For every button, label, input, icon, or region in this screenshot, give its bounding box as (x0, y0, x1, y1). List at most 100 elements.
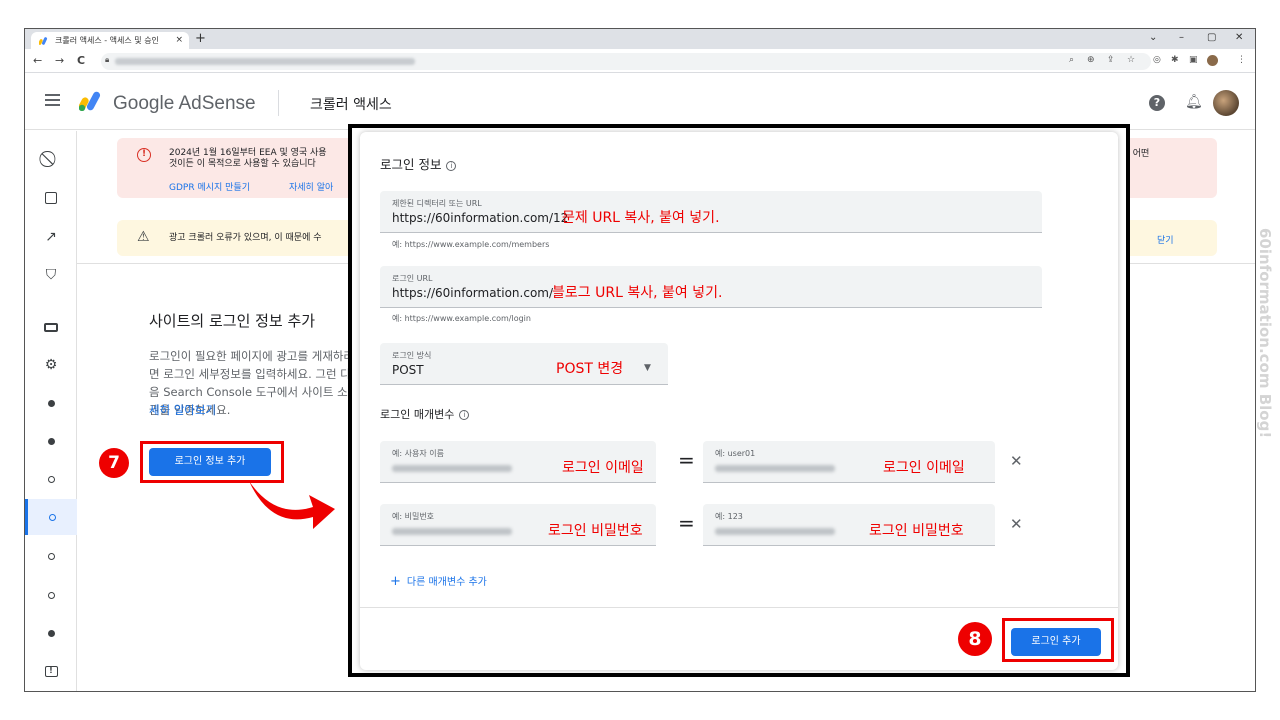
gdpr-create-message-link[interactable]: GDPR 메시지 만들기 (169, 180, 250, 193)
extensions-icon[interactable]: ✱ (1171, 55, 1179, 65)
ring-bullet-icon (49, 513, 56, 521)
restricted-url-hint: 예: https://www.example.com/members (392, 240, 550, 249)
sidebar-item-crawler-access[interactable] (25, 499, 77, 535)
zoom-icon[interactable]: ⊕ (1087, 55, 1095, 65)
close-window-button[interactable]: ✕ (1235, 32, 1243, 43)
tab-close-icon[interactable]: × (175, 32, 183, 49)
sidebar-item-policy[interactable]: ⛉ (25, 257, 77, 293)
param-name-field-2[interactable]: 예: 비밀번호 로그인 비밀번호 (380, 504, 656, 546)
camera-icon[interactable]: ◎ (1153, 55, 1161, 65)
params-title-text: 로그인 매개변수 (380, 408, 455, 421)
sidepanel-icon[interactable]: ▣ (1189, 55, 1198, 65)
sidebar-item-settings[interactable]: ⚙ (25, 347, 77, 383)
param-name-annotation-1: 로그인 이메일 (562, 460, 644, 476)
adsense-favicon-icon (39, 37, 48, 45)
bullet-icon (47, 629, 55, 637)
gdpr-learn-more-link[interactable]: 자세히 알아 (289, 180, 333, 193)
remove-param-icon-1[interactable]: ✕ (1010, 452, 1023, 470)
add-login-info-button[interactable]: 로그인 정보 추가 (149, 448, 271, 476)
sidebar-item-sub6[interactable] (25, 577, 77, 613)
tab-title: 크롤러 액세스 - 액세스 및 승인 (55, 36, 159, 45)
adsense-logo-icon (79, 91, 101, 111)
add-login-submit-button[interactable]: 로그인 추가 (1011, 628, 1101, 656)
back-button[interactable]: ← (33, 54, 42, 67)
help-icon[interactable]: ? (1149, 95, 1165, 111)
share-icon[interactable]: ⇪ (1107, 55, 1115, 65)
gdpr-text-line2: 것이든 이 목적으로 사용할 수 있습니다 (169, 159, 316, 169)
sidebar-item-reports[interactable] (25, 180, 77, 216)
step-badge-7: 7 (99, 448, 129, 478)
sidebar-item-optimization[interactable]: ↗ (25, 219, 77, 255)
gear-icon: ⚙ (44, 357, 58, 373)
sidebar-item-feedback[interactable]: ! (25, 653, 77, 689)
restricted-url-value: https://60information.com/12 (392, 211, 569, 225)
dialog-title: 로그인 정보 i (380, 154, 457, 173)
hamburger-menu-icon[interactable] (45, 94, 60, 106)
params-title: 로그인 매개변수 i (380, 406, 470, 422)
sidebar-item-payments[interactable] (25, 309, 77, 345)
new-tab-button[interactable]: + (195, 31, 206, 46)
param-name-field-1[interactable]: 예: 사용자 이름 로그인 이메일 (380, 441, 656, 483)
add-param-button[interactable]: + 다른 매개변수 추가 (390, 573, 487, 589)
sidebar-item-sub7[interactable] (25, 615, 77, 651)
login-method-annotation: POST 변경 (556, 361, 624, 377)
add-param-label: 다른 매개변수 추가 (406, 577, 487, 588)
brand-name: Google AdSense (113, 93, 256, 114)
info-icon[interactable]: i (459, 410, 470, 420)
dropdown-arrow-icon: ▼ (644, 363, 651, 373)
param-value-annotation-2: 로그인 비밀번호 (869, 523, 964, 539)
forward-button[interactable]: → (55, 54, 64, 67)
search-icon[interactable]: ⌕ (1069, 55, 1074, 65)
bullet-icon (47, 437, 55, 445)
tab-search-icon[interactable]: ⌄ (1149, 32, 1157, 43)
url-input[interactable]: 🔒︎ (101, 53, 1151, 70)
reload-button[interactable]: C (77, 54, 85, 67)
param-value-field-1[interactable]: 예: user01 로그인 이메일 (703, 441, 995, 483)
profile-avatar[interactable] (1207, 55, 1218, 66)
login-method-select[interactable]: 로그인 방식 POST POST 변경 ▼ (380, 343, 668, 385)
restricted-url-field[interactable]: 제한된 디렉터리 또는 URL https://60information.co… (380, 191, 1042, 233)
ring-bullet-icon (47, 552, 55, 560)
bookmark-star-icon[interactable]: ☆ (1127, 55, 1135, 65)
ring-bullet-icon (47, 591, 55, 599)
param-name-label-1: 예: 사용자 이름 (392, 449, 444, 458)
sidebar-item-sub2[interactable] (25, 423, 77, 459)
crawler-dismiss-link[interactable]: 닫기 (1157, 233, 1174, 246)
account-avatar[interactable] (1213, 90, 1239, 116)
section-title: 사이트의 로그인 정보 추가 (149, 312, 316, 330)
menu-kebab-icon[interactable]: ⋮ (1237, 55, 1246, 65)
param-name-label-2: 예: 비밀번호 (392, 512, 435, 521)
login-url-annotation: 블로그 URL 복사, 붙여 넣기. (552, 285, 723, 301)
plus-icon: + (390, 574, 401, 589)
minimize-button[interactable]: – (1179, 32, 1184, 43)
login-method-label: 로그인 방식 (392, 351, 432, 360)
sidebar-item-sub5[interactable] (25, 538, 77, 574)
equals-sign: = (678, 448, 695, 472)
remove-param-icon-2[interactable]: ✕ (1010, 515, 1023, 533)
notification-bell-icon[interactable]: 🔔︎ (1185, 94, 1203, 110)
learn-more-link[interactable]: 세히 알아보기 (149, 402, 216, 418)
login-url-field[interactable]: 로그인 URL https://60information.com/ 블로그 U… (380, 266, 1042, 308)
dialog-highlight-frame: 로그인 정보 i 제한된 디렉터리 또는 URL https://60inform… (348, 124, 1130, 677)
restricted-url-annotation: 문제 URL 복사, 붙여 넣기. (562, 210, 720, 226)
login-info-dialog: 로그인 정보 i 제한된 디렉터리 또는 URL https://60inform… (360, 132, 1118, 670)
param-value-label-1: 예: user01 (715, 449, 756, 458)
login-method-value: POST (392, 363, 424, 377)
crawler-warning-text: 광고 크롤러 오류가 있으며, 이 때문에 수 (169, 233, 322, 243)
param-value-field-2[interactable]: 예: 123 로그인 비밀번호 (703, 504, 995, 546)
watermark: 60information.com Blog! (1256, 228, 1278, 488)
param-name-annotation-2: 로그인 비밀번호 (548, 523, 643, 539)
dialog-title-text: 로그인 정보 (380, 157, 442, 172)
browser-tab[interactable]: 크롤러 액세스 - 액세스 및 승인 × (31, 32, 189, 49)
red-arrow-icon (249, 481, 335, 529)
warning-icon: ⚠ (137, 229, 150, 245)
bullet-icon (47, 399, 55, 407)
info-icon[interactable]: i (446, 161, 457, 171)
browser-tab-bar: 크롤러 액세스 - 액세스 및 승인 × + ⌄ – ▢ ✕ (25, 29, 1255, 49)
maximize-button[interactable]: ▢ (1207, 32, 1216, 43)
sidebar-item-blocking[interactable]: ⃠ (25, 141, 77, 177)
sidebar-item-sub3[interactable] (25, 461, 77, 497)
watermark-text: 60information.com Blog! (1256, 228, 1274, 439)
sidebar-item-sub1[interactable] (25, 385, 77, 421)
equals-sign: = (678, 511, 695, 535)
